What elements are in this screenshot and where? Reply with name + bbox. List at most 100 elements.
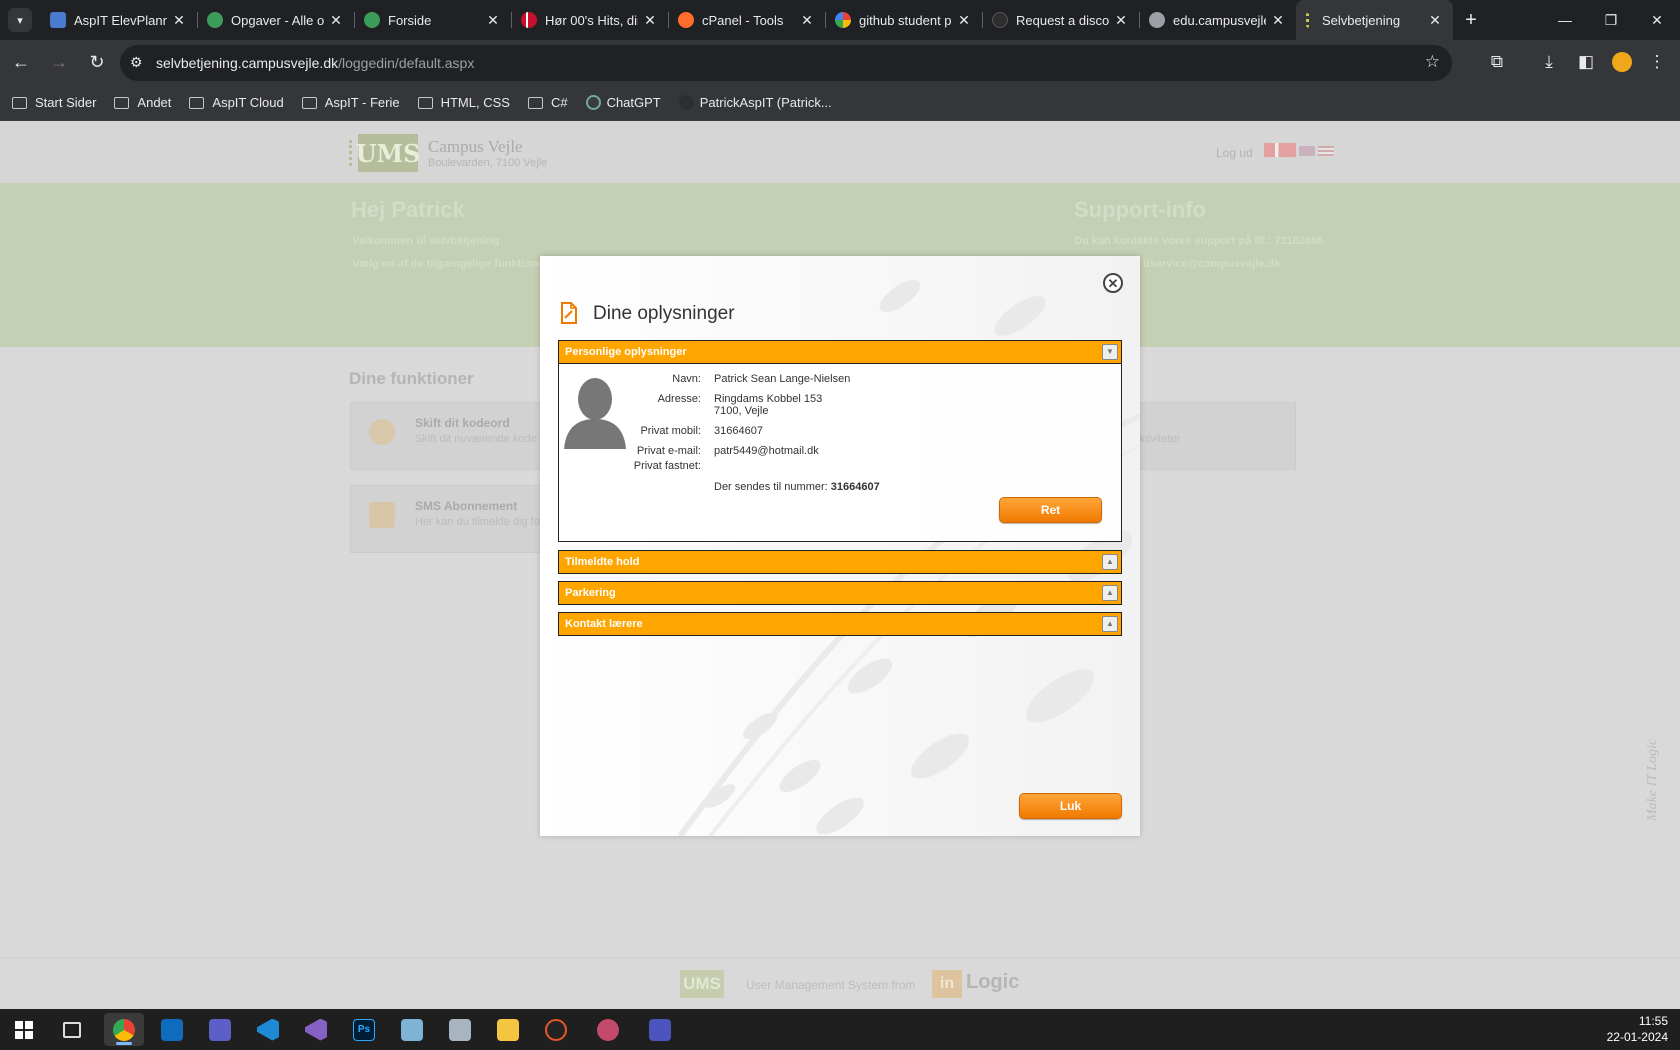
close-tab-icon[interactable]: ✕ [956,12,972,29]
tab-aspit-elevplanner[interactable]: AspIT ElevPlanner ✕ [40,0,197,40]
windows-start-icon[interactable] [4,1013,44,1046]
address-bar[interactable]: ⚙ selvbetjening.campusvejle.dk/loggedin/… [120,45,1452,81]
window-app-icon [449,1018,471,1041]
snipping-taskbar-icon[interactable] [588,1013,628,1046]
uk-flag-icon[interactable] [1299,146,1315,156]
minimize-icon[interactable]: — [1542,0,1588,40]
bookmark-star-icon[interactable]: ☆ [1425,52,1440,72]
teams-work-taskbar-icon[interactable] [640,1013,680,1046]
system-clock[interactable]: 11:55 22-01-2024 [1607,1013,1668,1045]
card-title: Skift dit kodeord [415,416,510,430]
mobile-value: 31664607 [714,425,763,437]
us-flag-icon[interactable] [1318,146,1334,156]
photoshop-taskbar-icon[interactable]: Ps [344,1013,384,1046]
expand-icon[interactable]: ▲ [1102,585,1118,601]
bookmark-aspit-cloud[interactable]: AspIT Cloud [189,95,284,110]
site-footer: UMS User Management System from in Logic [0,957,1680,1009]
notepad-taskbar-icon[interactable] [392,1013,432,1046]
bookmark-csharp[interactable]: C# [527,95,568,110]
profile-avatar[interactable] [1612,52,1632,72]
bookmark-aspit-ferie[interactable]: AspIT - Ferie [301,95,400,110]
vscode-taskbar-icon[interactable] [248,1013,288,1046]
extensions-icon[interactable]: ⧉ [1485,50,1509,74]
section-tilmeldte-hold[interactable]: Tilmeldte hold ▲ [558,550,1122,574]
teams-work-icon [649,1018,671,1041]
collapse-icon[interactable]: ▼ [1102,344,1118,360]
card-sms-subscription[interactable]: SMS Abonnement Her kan du tilmelde dig f… [350,485,550,553]
bookmark-andet[interactable]: Andet [114,95,171,110]
bookmark-html-css[interactable]: HTML, CSS [417,95,510,110]
site-icon [364,12,380,28]
forward-icon[interactable]: → [42,46,76,80]
folder-icon [114,96,130,109]
tab-search-button[interactable]: ▾ [8,8,32,32]
footer-logic-text: Logic [966,971,1020,993]
edit-button[interactable]: Ret [999,497,1102,523]
support-phone: Du kan kontakte vores support på tlf.: 7… [1074,235,1324,247]
notepad-icon [401,1018,423,1041]
section-personlige-oplysninger[interactable]: Personlige oplysninger ▼ [558,340,1122,364]
bookmark-label: AspIT - Ferie [324,95,400,110]
tab-opgaver[interactable]: Opgaver - Alle opgaver ✕ [197,0,354,40]
download-icon[interactable]: ⤓ [1537,50,1561,74]
section-parkering[interactable]: Parkering ▲ [558,581,1122,605]
sms-icon [369,502,395,528]
tab-title: Selvbetjening [1322,12,1401,28]
tab-edu-campusvejle[interactable]: edu.campusvejle ✕ [1139,0,1296,40]
tab-cpanel[interactable]: cPanel - Tools ✕ [668,0,825,40]
close-button[interactable]: Luk [1019,793,1122,819]
bookmark-github-profile[interactable]: PatrickAspIT (Patrick... [678,95,832,110]
close-tab-icon[interactable]: ✕ [1270,12,1286,29]
reload-icon[interactable]: ↻ [80,46,114,80]
tab-title: cPanel - Tools [702,12,784,28]
chrome-taskbar-icon[interactable] [104,1013,144,1046]
expand-icon[interactable]: ▲ [1102,554,1118,570]
file-explorer-taskbar-icon[interactable] [488,1013,528,1046]
close-tab-icon[interactable]: ✕ [1427,12,1443,29]
close-tab-icon[interactable]: ✕ [1113,12,1129,29]
explorer-alt-taskbar-icon[interactable] [440,1013,480,1046]
back-icon[interactable]: ← [4,46,38,80]
site-info-icon[interactable]: ⚙ [130,54,143,71]
section-kontakt-laerere[interactable]: Kontakt lærere ▲ [558,612,1122,636]
new-tab-button[interactable]: + [1453,9,1489,32]
snipping-icon [597,1018,619,1041]
teams-taskbar-icon[interactable] [200,1013,240,1046]
tab-selvbetjening[interactable]: Selvbetjening ✕ [1296,0,1453,40]
ticktick-icon [545,1018,567,1041]
teams-icon [209,1018,231,1041]
modal-close-icon[interactable]: ✕ [1103,273,1123,293]
window-close-icon[interactable]: ✕ [1634,0,1680,40]
task-view-icon[interactable] [52,1013,92,1046]
side-panel-icon[interactable]: ◧ [1574,50,1598,74]
footer-ums-logo: UMS [680,970,724,998]
visual-studio-taskbar-icon[interactable] [296,1013,336,1046]
bookmark-start-sider[interactable]: Start Sider [12,95,96,110]
tab-google-search[interactable]: github student pack ✕ [825,0,982,40]
tab-github-request[interactable]: Request a discount ✕ [982,0,1139,40]
ticktick-taskbar-icon[interactable] [536,1013,576,1046]
site-header: UMS Campus Vejle Boulevarden, 7100 Vejle… [0,121,1680,183]
danish-flag-icon[interactable] [1264,143,1296,157]
support-title: Support-info [1074,197,1206,222]
browser-toolbar: ← → ↻ ⚙ selvbetjening.campusvejle.dk/log… [0,40,1680,85]
close-tab-icon[interactable]: ✕ [799,12,815,29]
email-label: Privat e-mail: [636,445,701,457]
expand-icon[interactable]: ▲ [1102,616,1118,632]
close-tab-icon[interactable]: ✕ [328,12,344,29]
bookmark-chatgpt[interactable]: ChatGPT [585,95,661,110]
menu-icon[interactable]: ⋮ [1645,50,1669,74]
restore-icon[interactable]: ❐ [1588,0,1634,40]
modal-title: Dine oplysninger [593,303,735,324]
windows-logo-icon [15,1020,33,1039]
vscode-icon [257,1018,279,1041]
tab-radio[interactable]: Hør 00's Hits, din ✕ [511,0,668,40]
close-tab-icon[interactable]: ✕ [485,12,501,29]
outlook-taskbar-icon[interactable] [152,1013,192,1046]
close-tab-icon[interactable]: ✕ [642,12,658,29]
close-tab-icon[interactable]: ✕ [171,12,187,29]
section-label: Parkering [565,587,616,599]
logout-link[interactable]: Log ud [1216,146,1253,160]
tab-forside[interactable]: Forside ✕ [354,0,511,40]
photoshop-icon: Ps [353,1018,375,1041]
